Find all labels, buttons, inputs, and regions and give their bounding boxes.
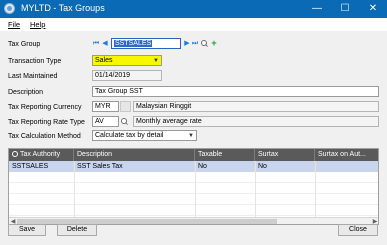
save-button[interactable]: Save — [8, 224, 46, 236]
last-maintained-label: Last Maintained — [8, 73, 58, 80]
next-record-icon[interactable]: ▶ — [183, 39, 191, 48]
currency-label: Tax Reporting Currency — [8, 104, 82, 111]
calc-method-select[interactable]: Calculate tax by detail ▼ — [92, 130, 197, 141]
transaction-type-value: Sales — [95, 57, 113, 64]
rate-type-name-field: Monthly average rate — [133, 116, 379, 127]
calc-method-value: Calculate tax by detail — [95, 132, 164, 139]
tax-group-label: Tax Group — [8, 41, 41, 48]
tax-group-field[interactable]: SSTSALES — [111, 38, 181, 49]
column-divider — [74, 161, 75, 217]
cell-description: SST Sales Tax — [74, 161, 195, 172]
grid-header: Tax Authority Description Taxable Surtax… — [9, 149, 378, 161]
chevron-down-icon: ▼ — [153, 58, 159, 64]
new-record-icon[interactable]: + — [210, 39, 218, 48]
column-divider — [255, 161, 256, 217]
calc-method-label: Tax Calculation Method — [8, 133, 81, 140]
previous-record-icon[interactable]: ◀ — [101, 39, 109, 48]
transaction-type-select[interactable]: Sales ▼ — [92, 55, 162, 66]
cell-surtax: No — [255, 161, 315, 172]
column-taxable[interactable]: Taxable — [195, 149, 255, 161]
menu-file-label: File — [8, 20, 21, 29]
chevron-down-icon: ▼ — [188, 133, 194, 139]
currency-name-field: Malaysian Ringgit — [133, 101, 379, 112]
description-label: Description — [8, 89, 44, 96]
empty-row — [9, 205, 378, 216]
minimize-button[interactable]: — — [303, 0, 331, 18]
column-tax-authority-label: Tax Authority — [20, 151, 61, 158]
cell-surtax-on-authority — [315, 161, 378, 172]
empty-row — [9, 183, 378, 194]
menu-bar: File Help — [0, 18, 387, 31]
window-title: MYLTD - Tax Groups — [21, 3, 105, 13]
delete-button[interactable]: Delete — [57, 224, 97, 236]
column-divider — [315, 161, 316, 217]
last-record-icon[interactable]: ⏭ — [191, 39, 199, 48]
tax-group-value: SSTSALES — [114, 40, 153, 47]
rate-type-code-field[interactable]: AV — [92, 116, 119, 127]
cell-taxable: No — [195, 161, 255, 172]
tax-authorities-grid[interactable]: Tax Authority Description Taxable Surtax… — [8, 148, 379, 225]
close-button[interactable]: Close — [338, 224, 378, 236]
currency-code-field[interactable]: MYR — [92, 101, 119, 112]
currency-finder-button — [120, 101, 131, 112]
column-divider — [195, 161, 196, 217]
first-record-icon[interactable]: ⏮ — [92, 39, 100, 48]
rate-type-finder-icon[interactable] — [120, 116, 129, 127]
column-description[interactable]: Description — [74, 149, 195, 161]
transaction-type-label: Transaction Type — [8, 58, 62, 65]
search-icon — [12, 151, 18, 157]
cell-tax-authority: SSTSALES — [9, 161, 74, 172]
empty-row — [9, 194, 378, 205]
app-icon — [4, 3, 15, 14]
menu-help[interactable]: Help — [30, 20, 45, 29]
rate-type-label: Tax Reporting Rate Type — [8, 119, 85, 126]
last-maintained-field: 01/14/2019 — [92, 70, 162, 81]
menu-file[interactable]: File — [8, 20, 20, 29]
table-row[interactable]: SSTSALES SST Sales Tax No No — [9, 161, 378, 172]
column-tax-authority[interactable]: Tax Authority — [9, 149, 74, 161]
close-window-button[interactable]: ✕ — [359, 0, 387, 18]
finder-zoom-icon[interactable] — [200, 38, 209, 49]
maximize-button[interactable]: ☐ — [331, 0, 359, 18]
empty-row — [9, 172, 378, 183]
column-surtax-on-authority[interactable]: Surtax on Aut... — [315, 149, 378, 161]
scrollbar-thumb[interactable] — [17, 219, 277, 224]
column-surtax[interactable]: Surtax — [255, 149, 315, 161]
title-bar: MYLTD - Tax Groups — ☐ ✕ — [0, 0, 387, 18]
menu-help-label: Help — [30, 20, 46, 29]
description-field[interactable]: Tax Group SST — [92, 86, 379, 97]
